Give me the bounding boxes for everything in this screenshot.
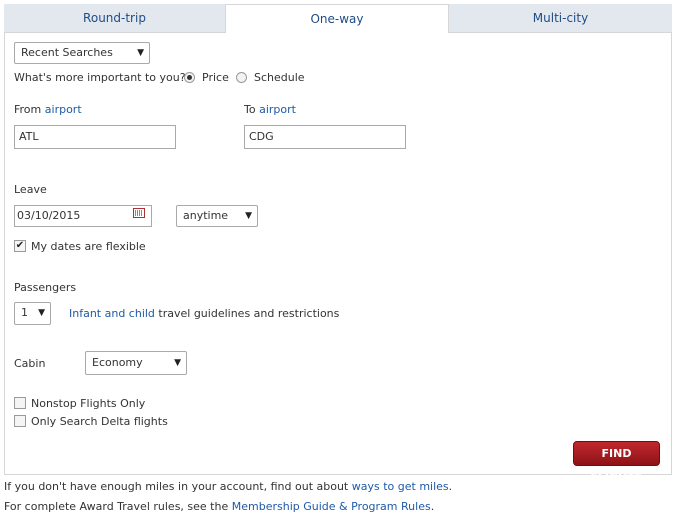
calendar-icon[interactable]	[133, 208, 145, 218]
passengers-count-select[interactable]: 1 ▼	[14, 302, 51, 325]
flexible-dates-label: My dates are flexible	[31, 240, 146, 253]
guidelines-text: travel guidelines and restrictions	[158, 307, 340, 320]
recent-searches-value: Recent Searches	[21, 46, 113, 59]
tab-label: Multi-city	[532, 11, 589, 25]
flexible-dates-checkbox[interactable]: ✔	[14, 240, 26, 252]
price-radio[interactable]	[184, 72, 195, 83]
to-label-prefix: To	[244, 103, 256, 116]
find-flights-button[interactable]: FIND FLIGHTS	[573, 441, 660, 484]
dropdown-arrow-icon: ▼	[174, 358, 181, 368]
delta-only-checkbox[interactable]	[14, 415, 26, 427]
leave-label: Leave	[14, 183, 47, 196]
from-airport-link[interactable]: airport	[45, 103, 82, 116]
infant-child-link[interactable]: Infant and child	[69, 307, 155, 320]
cabin-value: Economy	[92, 356, 143, 369]
trip-type-tabs: Round-trip One-way Multi-city	[4, 4, 672, 33]
price-label: Price	[202, 71, 229, 84]
passenger-guidelines: Infant and child travel guidelines and r…	[69, 307, 339, 320]
tab-multi-city[interactable]: Multi-city	[449, 4, 672, 32]
to-label: To airport	[244, 103, 296, 116]
footer-rules-text: For complete Award Travel rules, see the	[4, 500, 229, 513]
to-airport-input[interactable]: CDG	[244, 125, 406, 149]
footer-rules-end: .	[430, 500, 435, 513]
leave-date-input[interactable]: 03/10/2015	[14, 205, 152, 227]
find-flights-label: FIND FLIGHTS	[590, 447, 643, 484]
leave-date-value: 03/10/2015	[17, 209, 81, 222]
tab-round-trip[interactable]: Round-trip	[4, 4, 225, 32]
from-airport-input[interactable]: ATL	[14, 125, 176, 149]
nonstop-checkbox[interactable]	[14, 397, 26, 409]
cabin-select[interactable]: Economy ▼	[85, 351, 187, 375]
passengers-label: Passengers	[14, 281, 77, 294]
nonstop-label: Nonstop Flights Only	[31, 397, 146, 410]
to-airport-value: CDG	[249, 130, 274, 143]
cabin-label: Cabin	[14, 357, 46, 370]
tab-label: Round-trip	[83, 11, 146, 25]
footer-miles-end: .	[448, 480, 453, 493]
footer-miles-line: If you don't have enough miles in your a…	[4, 480, 452, 493]
tab-label: One-way	[310, 12, 364, 26]
delta-only-label: Only Search Delta flights	[31, 415, 168, 428]
dropdown-arrow-icon: ▼	[137, 48, 144, 58]
to-airport-link[interactable]: airport	[259, 103, 296, 116]
passengers-count-value: 1	[21, 306, 28, 319]
preference-question: What's more important to you?	[14, 71, 186, 84]
footer-miles-text: If you don't have enough miles in your a…	[4, 480, 349, 493]
from-label-prefix: From	[14, 103, 42, 116]
membership-guide-link[interactable]: Membership Guide & Program Rules	[232, 500, 431, 513]
leave-time-select[interactable]: anytime ▼	[176, 205, 258, 227]
leave-time-value: anytime	[183, 209, 229, 222]
tab-one-way[interactable]: One-way	[225, 4, 449, 33]
dropdown-arrow-icon: ▼	[245, 211, 252, 221]
from-label: From airport	[14, 103, 82, 116]
from-airport-value: ATL	[19, 130, 39, 143]
footer-rules-line: For complete Award Travel rules, see the…	[4, 500, 434, 513]
recent-searches-select[interactable]: Recent Searches ▼	[14, 42, 150, 64]
dropdown-arrow-icon: ▼	[38, 308, 45, 318]
schedule-label: Schedule	[254, 71, 305, 84]
schedule-radio[interactable]	[236, 72, 247, 83]
ways-to-get-miles-link[interactable]: ways to get miles	[352, 480, 449, 493]
